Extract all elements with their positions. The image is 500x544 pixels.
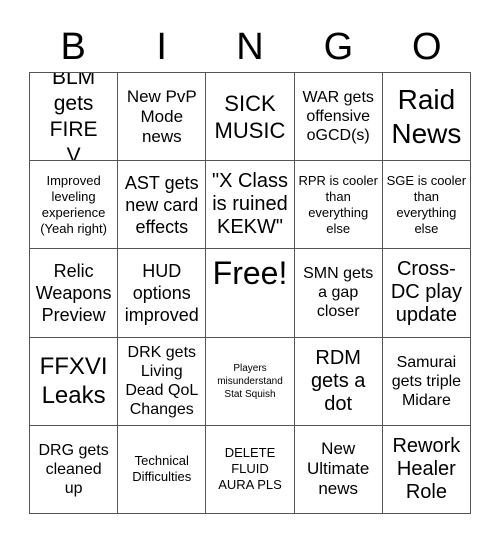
bingo-cell[interactable]: BLM gets FIRE V xyxy=(30,73,119,162)
bingo-cell[interactable]: SMN gets a gap closer xyxy=(294,249,383,338)
cell-text: New PvP Mode news xyxy=(126,86,197,146)
cell-text: SGE is cooler than everything else xyxy=(386,172,467,236)
bingo-cell[interactable]: Cross-DC play update xyxy=(382,249,471,338)
cell-text: BLM gets FIRE V xyxy=(49,73,98,162)
header-letter-i: I xyxy=(156,26,167,68)
bingo-cell[interactable]: FFXVI Leaks xyxy=(30,337,119,426)
cell-text: Cross-DC play update xyxy=(390,258,462,327)
header-letter-g: G xyxy=(323,26,354,68)
cell-text: SICK MUSIC xyxy=(214,90,286,143)
cell-text: Players misunderstand Stat Squish xyxy=(217,362,283,400)
cell-text: Improved leveling experience (Yeah right… xyxy=(40,172,107,236)
bingo-cell[interactable]: RDM gets a dot xyxy=(294,337,383,426)
header-letter-o: O xyxy=(412,26,442,68)
cell-text: Free! xyxy=(212,255,288,292)
bingo-cell[interactable]: DELETE FLUID AURA PLS xyxy=(206,425,295,514)
cell-text: WAR gets offensive oGCD(s) xyxy=(302,89,374,145)
bingo-cell[interactable]: DRG gets cleaned up xyxy=(30,425,119,514)
cell-text: "X Class is ruined KEKW" xyxy=(211,170,288,239)
cell-text: DELETE FLUID AURA PLS xyxy=(218,445,282,493)
bingo-cell[interactable]: AST gets new card effects xyxy=(118,161,207,250)
cell-text: Raid News xyxy=(391,83,462,149)
free-space-cell[interactable]: Free! xyxy=(206,249,295,338)
cell-text: RPR is cooler than everything else xyxy=(298,172,378,236)
header-letter-n: N xyxy=(236,26,264,68)
cell-text: Samurai gets triple Midare xyxy=(391,353,462,409)
bingo-cell[interactable]: Technical Difficulties xyxy=(118,425,207,514)
bingo-cell[interactable]: New PvP Mode news xyxy=(118,73,207,162)
bingo-cell[interactable]: DRK gets Living Dead QoL Changes xyxy=(118,337,207,426)
bingo-cell[interactable]: Samurai gets triple Midare xyxy=(382,337,471,426)
bingo-header: B I N G O xyxy=(29,22,471,72)
bingo-cell[interactable]: HUD options improved xyxy=(118,249,207,338)
cell-text: Technical Difficulties xyxy=(132,453,192,485)
bingo-cell[interactable]: Improved leveling experience (Yeah right… xyxy=(30,161,119,250)
bingo-cell[interactable]: WAR gets offensive oGCD(s) xyxy=(294,73,383,162)
cell-text: SMN gets a gap closer xyxy=(303,265,374,321)
cell-text: DRG gets cleaned up xyxy=(38,441,109,497)
bingo-cell[interactable]: Rework Healer Role xyxy=(382,425,471,514)
cell-text: Rework Healer Role xyxy=(392,434,461,503)
bingo-cell[interactable]: RPR is cooler than everything else xyxy=(294,161,383,250)
header-letter-b: B xyxy=(60,26,86,68)
bingo-cell[interactable]: Players misunderstand Stat Squish xyxy=(206,337,295,426)
cell-text: DRK gets Living Dead QoL Changes xyxy=(125,344,199,419)
bingo-cell[interactable]: SICK MUSIC xyxy=(206,73,295,162)
cell-text: AST gets new card effects xyxy=(124,172,199,237)
bingo-cell[interactable]: Raid News xyxy=(382,73,471,162)
cell-text: FFXVI Leaks xyxy=(39,353,108,410)
bingo-grid: BLM gets FIRE V New PvP Mode news SICK M… xyxy=(29,72,471,514)
cell-text: HUD options improved xyxy=(124,260,199,325)
bingo-cell[interactable]: SGE is cooler than everything else xyxy=(382,161,471,250)
cell-text: Relic Weapons Preview xyxy=(35,260,112,325)
bingo-cell[interactable]: "X Class is ruined KEKW" xyxy=(206,161,295,250)
cell-text: New Ultimate news xyxy=(307,439,370,499)
bingo-cell[interactable]: Relic Weapons Preview xyxy=(30,249,119,338)
bingo-cell[interactable]: New Ultimate news xyxy=(294,425,383,514)
cell-text: RDM gets a dot xyxy=(310,346,366,415)
